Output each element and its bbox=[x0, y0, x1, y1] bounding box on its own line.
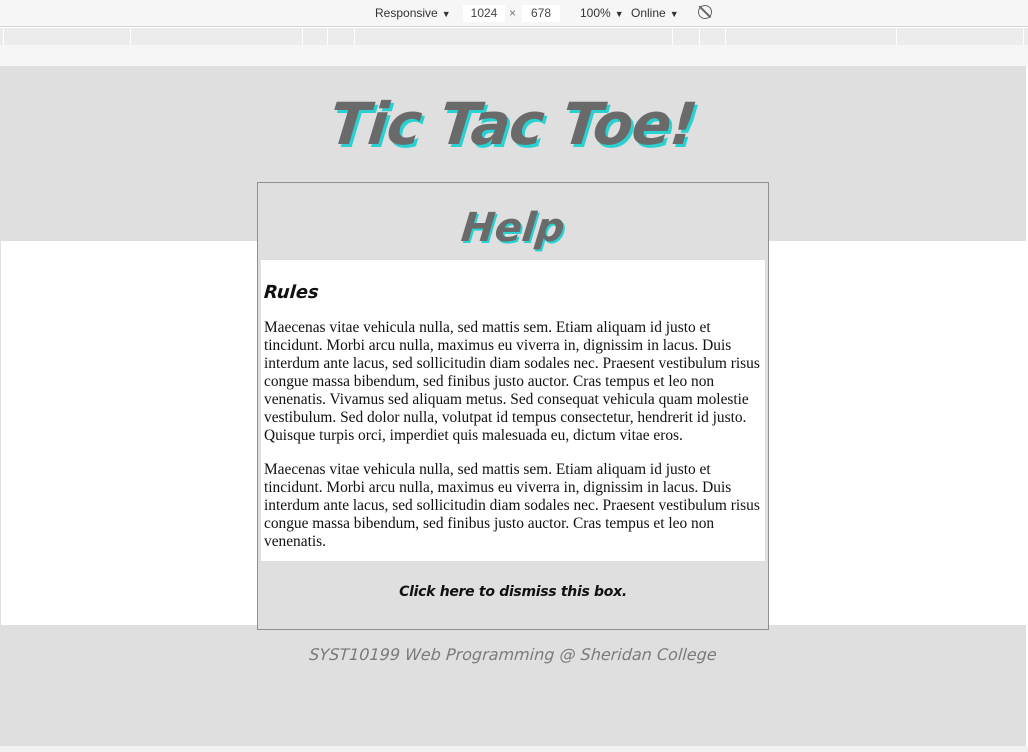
rules-paragraph: Maecenas vitae vehicula nulla, sed matti… bbox=[264, 319, 760, 444]
width-input[interactable]: 1024 bbox=[462, 4, 506, 23]
ruler-segment[interactable] bbox=[130, 28, 131, 45]
chevron-down-icon: ▼ bbox=[669, 9, 679, 19]
ruler-segment[interactable] bbox=[896, 28, 897, 45]
chevron-down-icon: ▼ bbox=[614, 9, 624, 19]
ruler-segment[interactable] bbox=[1023, 28, 1024, 45]
height-input[interactable]: 678 bbox=[521, 4, 561, 23]
device-select[interactable]: Responsive ▼ bbox=[375, 6, 451, 22]
page-footer: SYST10199 Web Programming @ Sheridan Col… bbox=[0, 625, 1026, 746]
rotate-icon[interactable] bbox=[698, 5, 712, 19]
ruler-segment[interactable] bbox=[699, 28, 700, 45]
help-dialog: Help Rules Maecenas vitae vehicula nulla… bbox=[257, 182, 769, 630]
page-title: Tic Tac Toe! bbox=[326, 90, 700, 158]
ruler-segment[interactable] bbox=[327, 28, 328, 45]
throttle-select-label: Online bbox=[631, 6, 666, 20]
devtools-spacer bbox=[0, 45, 1028, 66]
ruler-segment[interactable] bbox=[3, 28, 4, 45]
footer-text: SYST10199 Web Programming @ Sheridan Col… bbox=[308, 645, 718, 664]
ruler-segment[interactable] bbox=[302, 28, 303, 45]
dialog-body[interactable]: Rules Maecenas vitae vehicula nulla, sed… bbox=[261, 260, 765, 561]
zoom-select[interactable]: 100% ▼ bbox=[580, 6, 624, 22]
chevron-down-icon: ▼ bbox=[441, 9, 451, 19]
devtools-toolbar: Responsive ▼ 1024 × 678 100% ▼ Online ▼ bbox=[0, 0, 1028, 27]
ruler-segment[interactable] bbox=[725, 28, 726, 45]
zoom-select-label: 100% bbox=[580, 6, 611, 20]
dialog-title: Help bbox=[459, 205, 567, 251]
ruler-segment[interactable] bbox=[672, 28, 673, 45]
dimension-separator: × bbox=[509, 6, 517, 20]
throttle-select[interactable]: Online ▼ bbox=[631, 6, 679, 22]
rules-paragraph: Maecenas vitae vehicula nulla, sed matti… bbox=[264, 461, 760, 550]
media-query-ruler bbox=[0, 28, 1028, 45]
dismiss-link[interactable]: Click here to dismiss this box. bbox=[258, 584, 768, 600]
ruler-segment[interactable] bbox=[354, 28, 355, 45]
rules-heading: Rules bbox=[263, 282, 320, 303]
bottom-strip bbox=[0, 746, 1028, 752]
device-select-label: Responsive bbox=[375, 6, 438, 20]
